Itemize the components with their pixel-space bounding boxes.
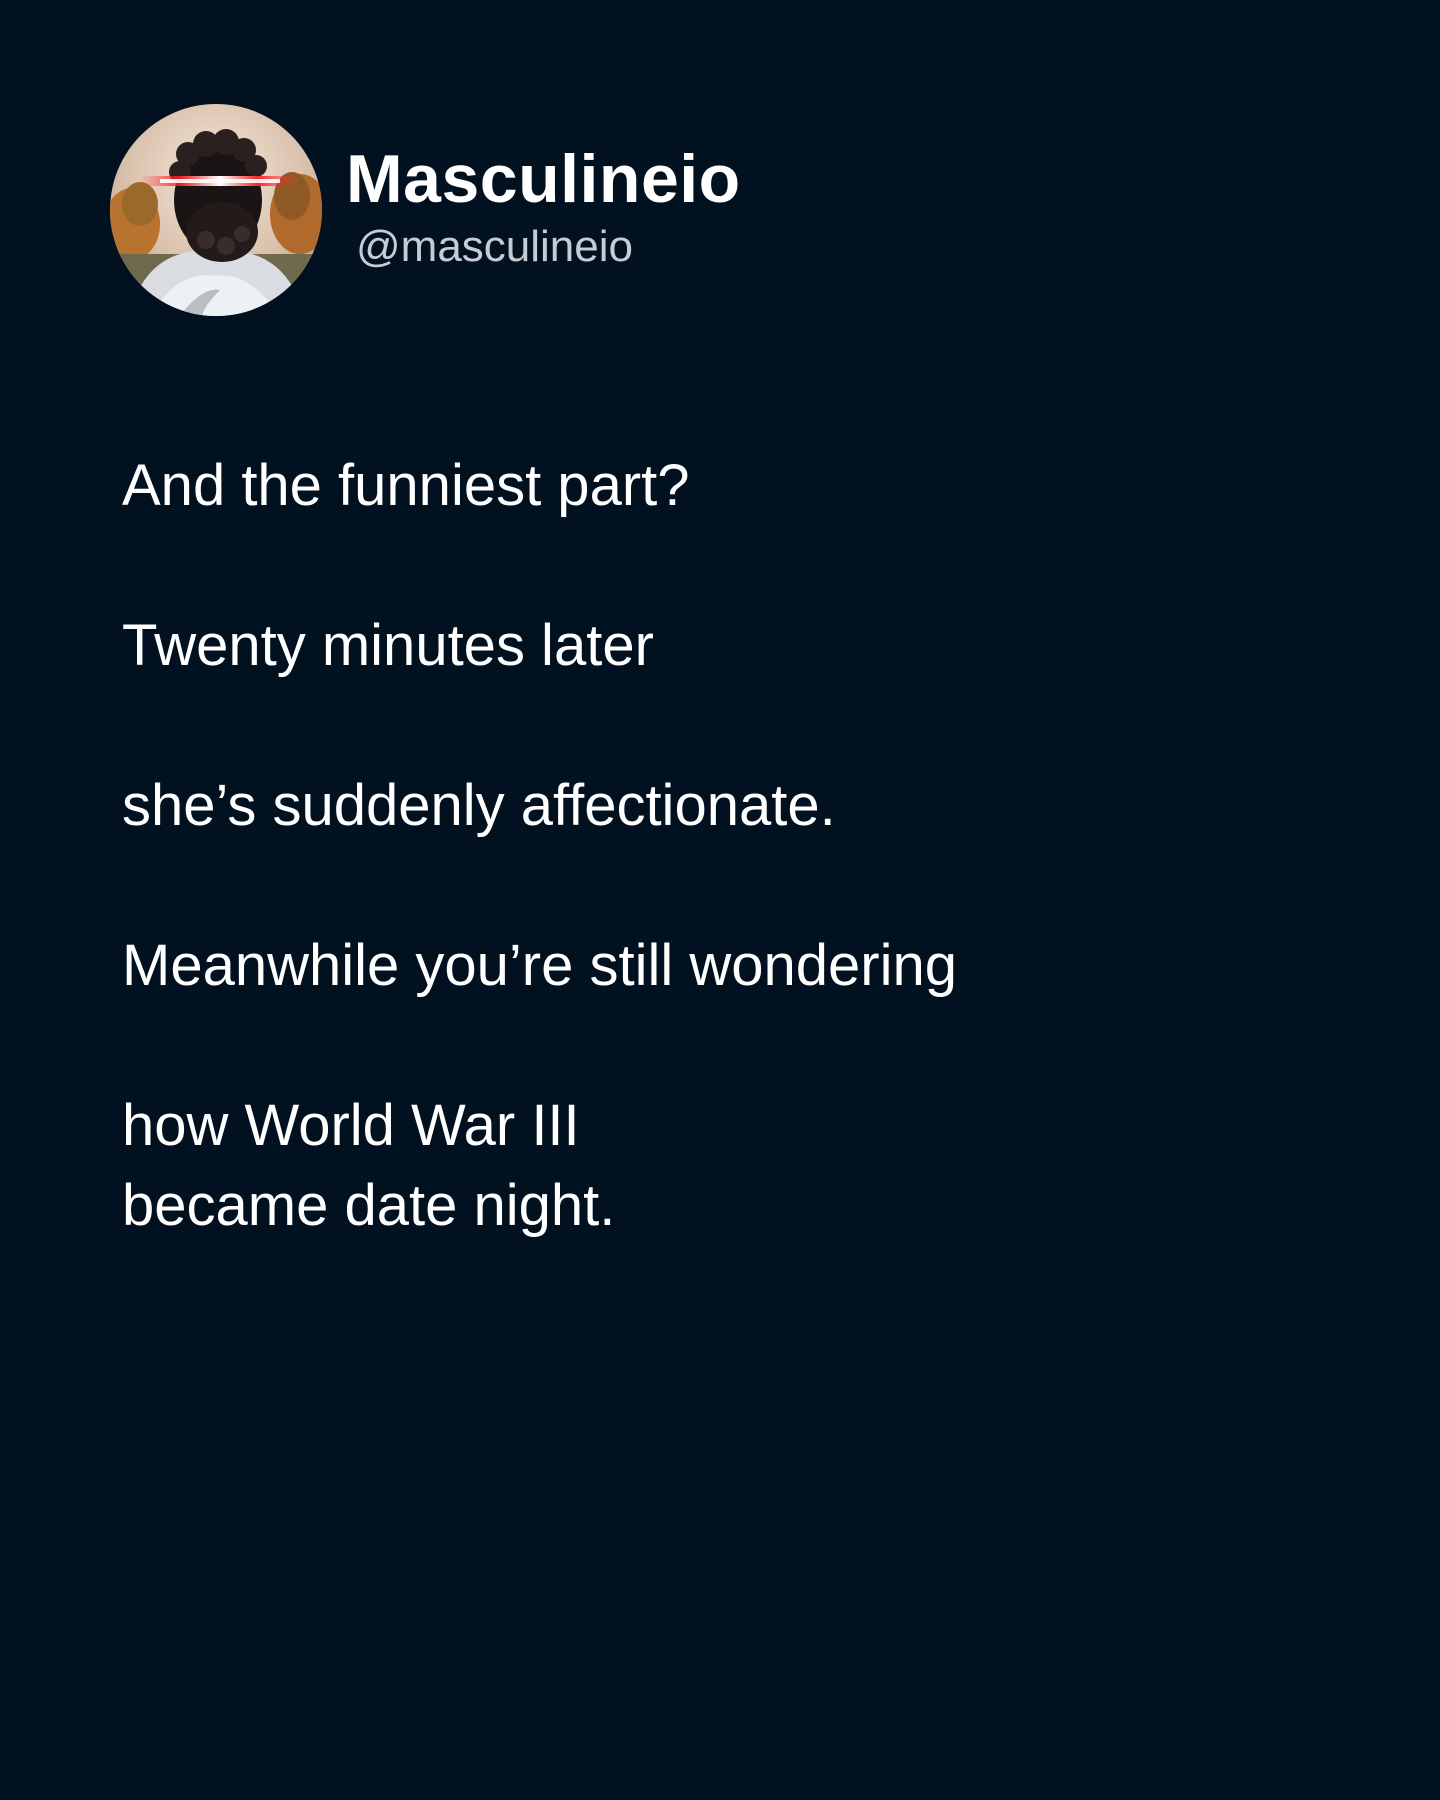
profile-header: Masculineio @masculineio — [110, 104, 740, 316]
post-body: And the funniest part? Twenty minutes la… — [122, 446, 1322, 1246]
statue-avatar-icon — [110, 104, 322, 316]
post-line: she’s suddenly affectionate. — [122, 773, 836, 838]
post-line: Twenty minutes later — [122, 613, 654, 678]
post-line: And the funniest part? — [122, 453, 690, 518]
post-line: how World War III — [122, 1093, 580, 1158]
post-line: became date night. — [122, 1173, 616, 1238]
avatar[interactable] — [110, 104, 322, 316]
post-line: Meanwhile you’re still wondering — [122, 933, 957, 998]
display-name[interactable]: Masculineio — [346, 140, 741, 218]
user-handle[interactable]: @masculineio — [356, 222, 633, 272]
